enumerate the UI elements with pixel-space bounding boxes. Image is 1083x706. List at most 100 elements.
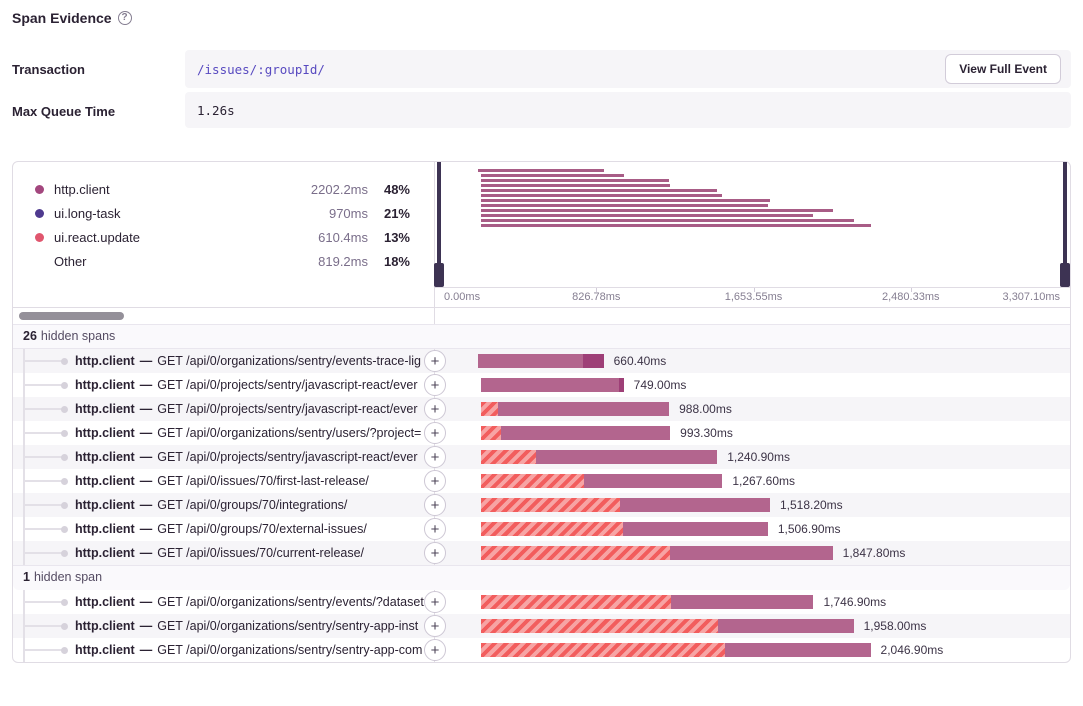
span-row-description-cell: http.client—GET /api/0/organizations/sen… (13, 421, 435, 445)
span-row-bar-cell: 2,046.90ms (435, 638, 1070, 662)
span-row[interactable]: http.client—GET /api/0/issues/70/current… (13, 541, 1070, 565)
span-operation: http.client (75, 354, 135, 368)
view-full-event-button[interactable]: View Full Event (945, 54, 1061, 84)
span-description: http.client—GET /api/0/projects/sentry/j… (75, 373, 428, 397)
span-operation: http.client (75, 595, 135, 609)
minimap[interactable] (435, 162, 1070, 287)
expand-span-button[interactable]: + (424, 446, 446, 468)
span-duration-bar[interactable] (481, 643, 870, 657)
hidden-spans-row[interactable]: 26hidden spans (13, 324, 1070, 349)
span-row[interactable]: http.client—GET /api/0/organizations/sen… (13, 349, 1070, 373)
span-description: http.client—GET /api/0/groups/70/integra… (75, 493, 428, 517)
span-description: http.client—GET /api/0/organizations/sen… (75, 421, 428, 445)
span-duration-bar[interactable] (481, 595, 813, 609)
span-duration-bar[interactable] (481, 426, 670, 440)
max-queue-time-value: 1.26s (197, 103, 235, 118)
expand-span-button[interactable]: + (424, 518, 446, 540)
span-duration-bar[interactable] (481, 498, 770, 512)
span-tree-panel: http.client 2202.2ms 48% ui.long-task 97… (12, 161, 1071, 663)
span-row[interactable]: http.client—GET /api/0/issues/70/first-l… (13, 469, 1070, 493)
span-row-description-cell: http.client—GET /api/0/organizations/sen… (13, 590, 435, 614)
span-duration-bar[interactable] (481, 450, 717, 464)
expand-span-button[interactable]: + (424, 494, 446, 516)
span-duration-bar[interactable] (481, 402, 669, 416)
key-value-section: Transaction /issues/:groupId/ View Full … (12, 50, 1071, 128)
transaction-label: Transaction (12, 50, 185, 88)
expand-span-button[interactable]: + (424, 615, 446, 637)
span-row[interactable]: http.client—GET /api/0/organizations/sen… (13, 421, 1070, 445)
tree-connector-dot (61, 454, 68, 461)
span-duration-label: 1,240.90ms (727, 445, 790, 469)
span-operation: http.client (75, 450, 135, 464)
span-operation: http.client (75, 402, 135, 416)
span-duration-bar[interactable] (481, 474, 722, 488)
span-separator: — (140, 474, 153, 488)
span-url: GET /api/0/issues/70/current-release/ (157, 546, 364, 560)
expand-span-button[interactable]: + (424, 398, 446, 420)
minimap-span-bar (481, 179, 669, 182)
span-row-description-cell: http.client—GET /api/0/projects/sentry/j… (13, 397, 435, 421)
legend-item: Other 819.2ms 18% (13, 249, 434, 273)
minimap-span-bar (481, 189, 717, 192)
queue-time-segment (481, 619, 718, 633)
queue-time-segment (481, 643, 725, 657)
span-duration-bar[interactable] (478, 354, 604, 368)
tree-connector-horizontal (23, 552, 63, 554)
span-duration-bar[interactable] (481, 522, 768, 536)
tree-connector-dot (61, 526, 68, 533)
span-row[interactable]: http.client—GET /api/0/organizations/sen… (13, 638, 1070, 662)
span-row-bar-cell: 1,506.90ms (435, 517, 1070, 541)
span-duration-bar[interactable] (481, 546, 832, 560)
span-row[interactable]: http.client—GET /api/0/projects/sentry/j… (13, 445, 1070, 469)
span-description: http.client—GET /api/0/organizations/sen… (75, 349, 428, 373)
minimap-span-bar (481, 219, 853, 222)
transaction-value[interactable]: /issues/:groupId/ (197, 62, 325, 77)
expand-span-button[interactable]: + (424, 542, 446, 564)
viewport-right-grip[interactable] (1060, 263, 1070, 287)
span-row[interactable]: http.client—GET /api/0/projects/sentry/j… (13, 373, 1070, 397)
legend-dot (35, 185, 44, 194)
axis-tick-label: 3,307.10ms (1003, 291, 1060, 303)
viewport-right-handle[interactable] (1063, 162, 1067, 287)
span-operation: http.client (75, 474, 135, 488)
expand-span-button[interactable]: + (424, 422, 446, 444)
span-description: http.client—GET /api/0/issues/70/current… (75, 541, 428, 565)
expand-span-button[interactable]: + (424, 470, 446, 492)
span-row-bar-cell: 1,267.60ms (435, 469, 1070, 493)
expand-span-button[interactable]: + (424, 374, 446, 396)
expand-span-button[interactable]: + (424, 639, 446, 661)
viewport-left-grip[interactable] (434, 263, 444, 287)
span-row-description-cell: http.client—GET /api/0/groups/70/externa… (13, 517, 435, 541)
viewport-left-handle[interactable] (437, 162, 441, 287)
expand-span-button[interactable]: + (424, 350, 446, 372)
span-duration-label: 988.00ms (679, 397, 732, 421)
span-row[interactable]: http.client—GET /api/0/projects/sentry/j… (13, 397, 1070, 421)
span-separator: — (140, 522, 153, 536)
span-row-description-cell: http.client—GET /api/0/projects/sentry/j… (13, 445, 435, 469)
horizontal-scrollbar[interactable] (19, 312, 124, 320)
span-row[interactable]: http.client—GET /api/0/organizations/sen… (13, 614, 1070, 638)
span-row-bar-cell: 1,847.80ms (435, 541, 1070, 565)
tree-connector-horizontal (23, 504, 63, 506)
axis-tick-label: 1,653.55ms (725, 291, 782, 303)
span-row-bar-cell: 993.30ms (435, 421, 1070, 445)
legend-duration: 819.2ms (318, 254, 368, 269)
help-icon[interactable]: ? (118, 11, 132, 25)
span-row[interactable]: http.client—GET /api/0/groups/70/externa… (13, 517, 1070, 541)
minimap-span-bar (481, 214, 813, 217)
expand-span-button[interactable]: + (424, 591, 446, 613)
span-row[interactable]: http.client—GET /api/0/groups/70/integra… (13, 493, 1070, 517)
span-separator: — (140, 450, 153, 464)
span-row-bar-cell: 1,958.00ms (435, 614, 1070, 638)
span-operation: http.client (75, 378, 135, 392)
tree-connector-dot (61, 358, 68, 365)
span-row[interactable]: http.client—GET /api/0/organizations/sen… (13, 590, 1070, 614)
span-row-bar-cell: 1,746.90ms (435, 590, 1070, 614)
hidden-spans-row[interactable]: 1hidden span (13, 565, 1070, 590)
span-duration-bar[interactable] (481, 619, 853, 633)
legend-percentage: 13% (368, 230, 410, 245)
tree-connector-horizontal (23, 384, 63, 386)
span-duration-bar[interactable] (481, 378, 623, 392)
queue-time-segment (481, 595, 671, 609)
span-description: http.client—GET /api/0/issues/70/first-l… (75, 469, 428, 493)
